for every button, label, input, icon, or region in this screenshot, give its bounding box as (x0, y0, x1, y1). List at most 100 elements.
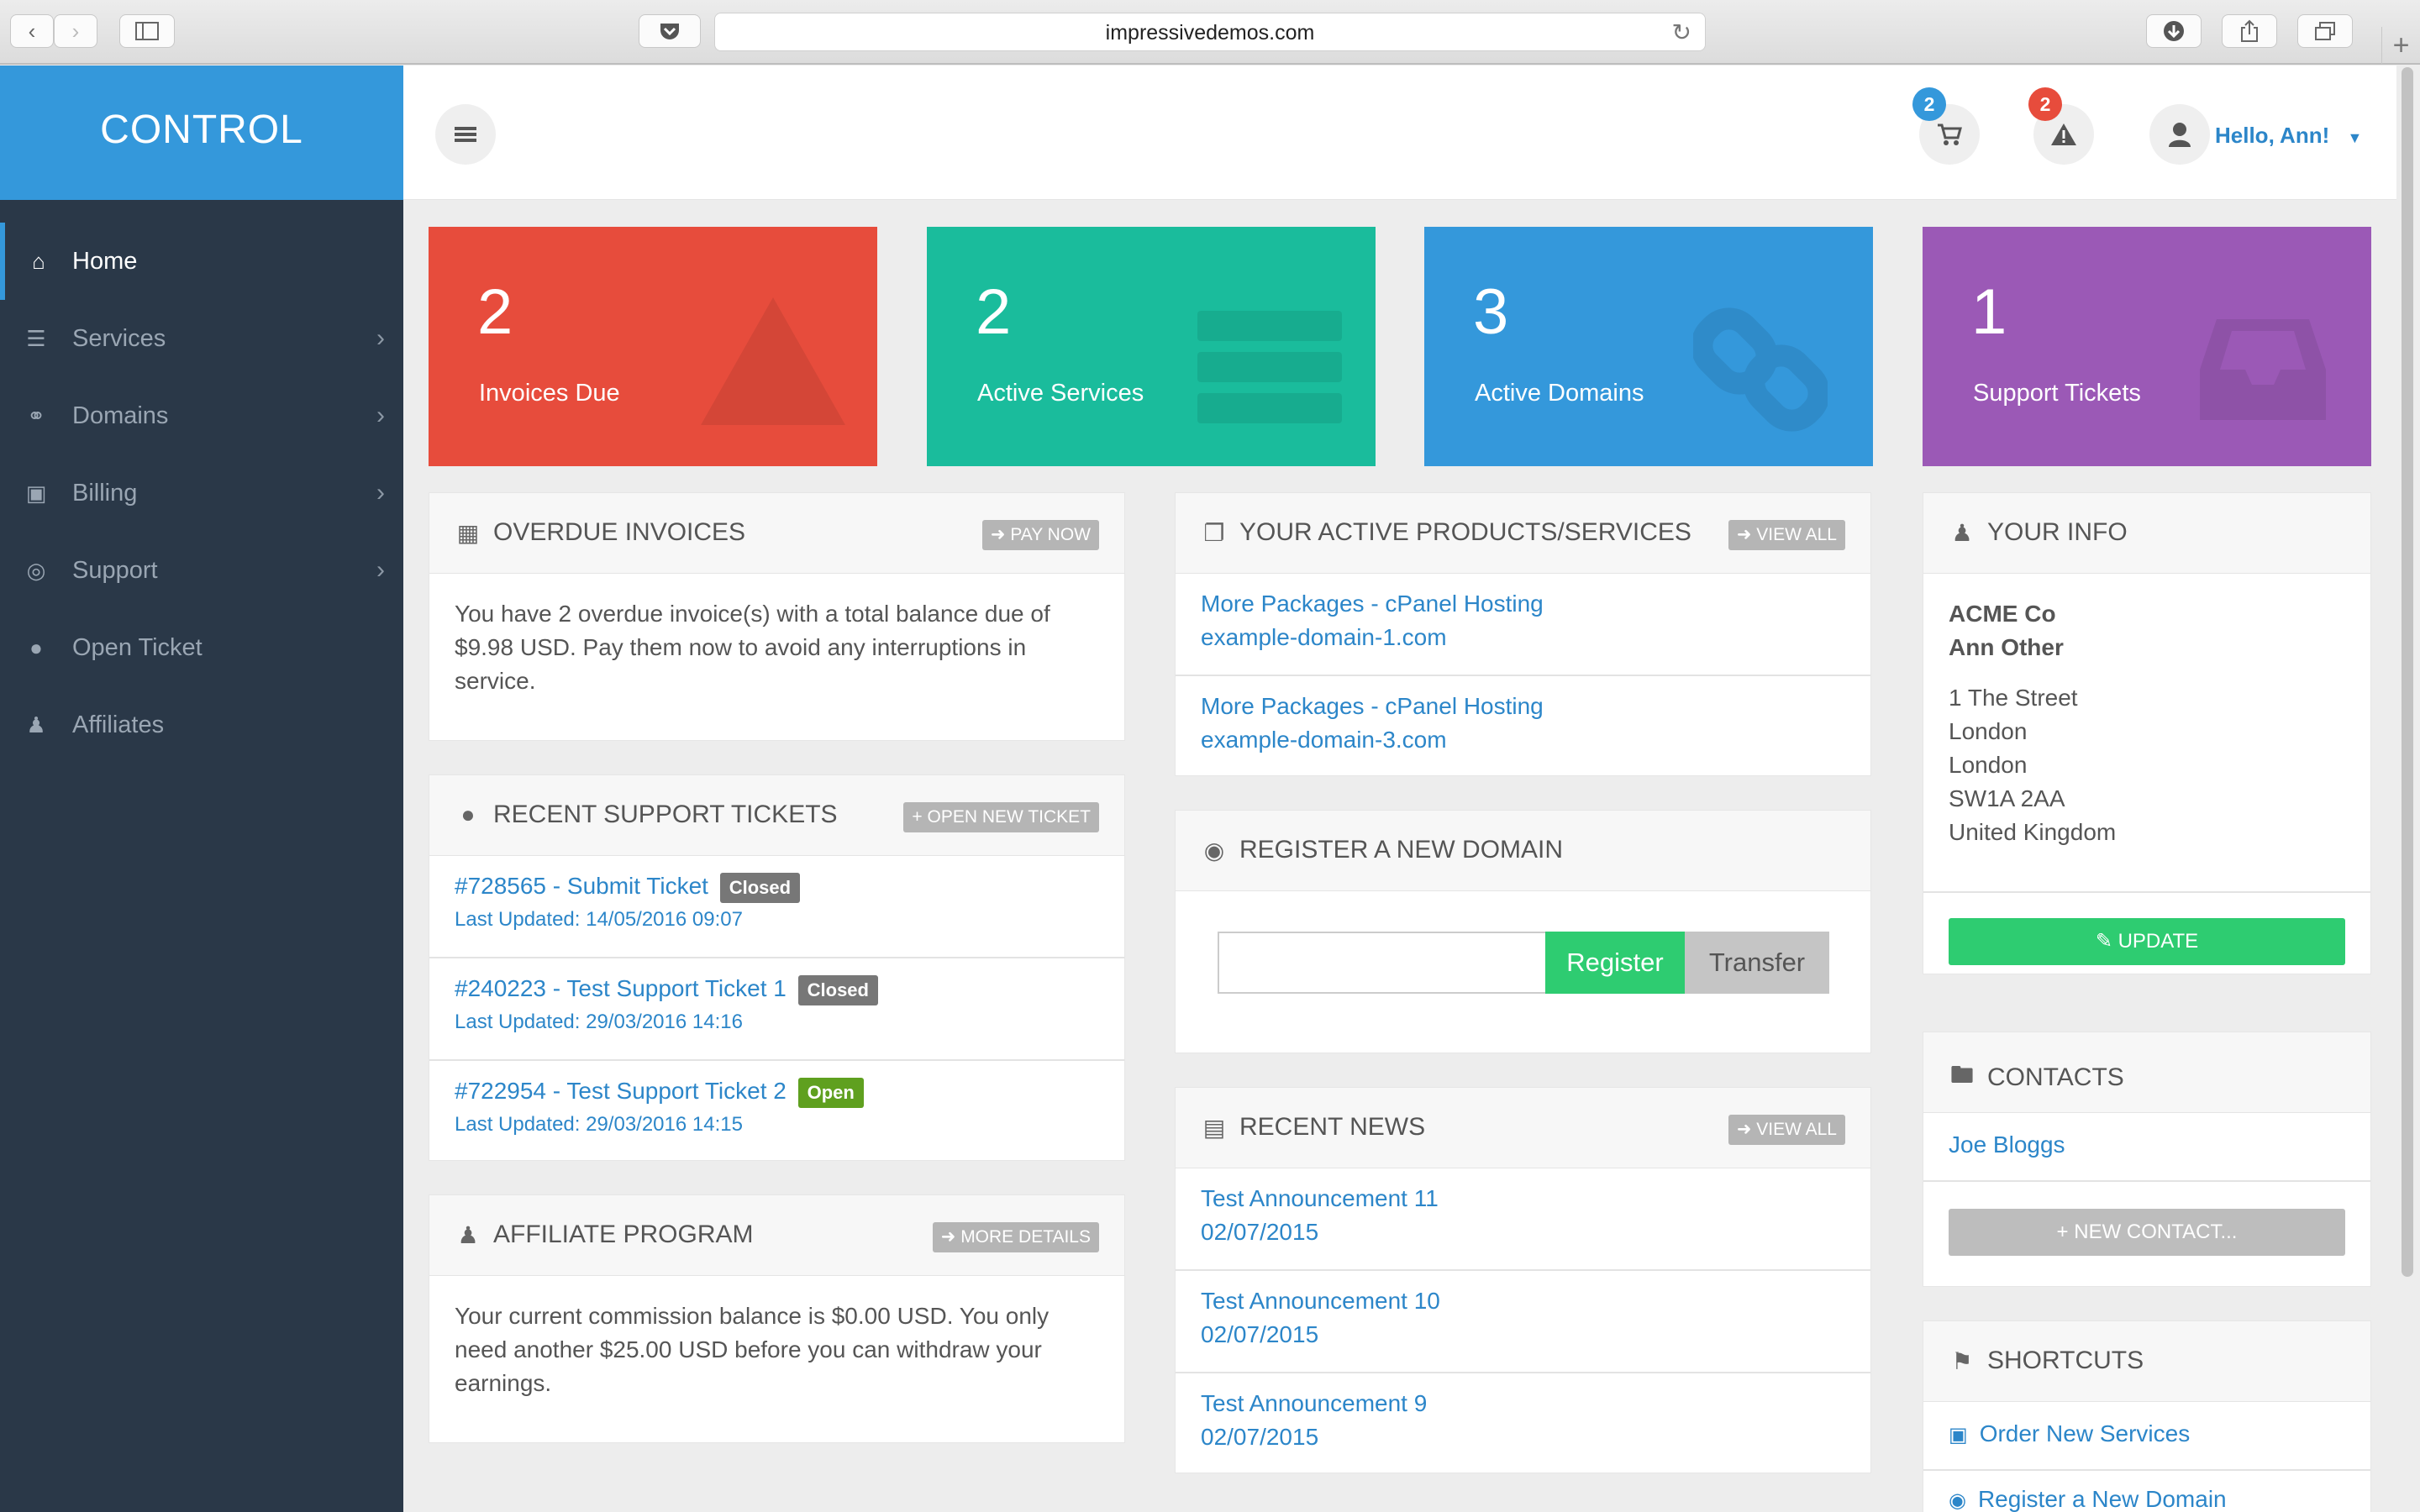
address-line: SW1A 2AA (1949, 785, 2065, 811)
link-icon: ⚭ (27, 402, 45, 428)
link-icon (1693, 307, 1828, 432)
shortcut-register-domain[interactable]: ◉ Register a New Domain (1949, 1483, 2227, 1512)
news-title[interactable]: Test Announcement 10 (1201, 1284, 1440, 1318)
update-button[interactable]: ✎ UPDATE (1949, 918, 2345, 965)
panel-title: YOUR ACTIVE PRODUCTS/SERVICES (1239, 518, 1691, 546)
sidebar-item-affiliates[interactable]: ♟ Affiliates (0, 686, 403, 764)
services-icon: ☰ (26, 325, 46, 351)
warning-icon (701, 297, 845, 425)
sidebar-item-billing[interactable]: ▣ Billing › (0, 454, 403, 532)
news-title[interactable]: Test Announcement 9 (1201, 1387, 1427, 1420)
list-item[interactable]: #722954 - Test Support Ticket 2 Open Las… (455, 1074, 864, 1142)
avatar[interactable] (2149, 104, 2210, 165)
sidebar-toggle-icon[interactable] (119, 14, 175, 48)
register-button[interactable]: Register (1545, 932, 1685, 994)
sidebar-item-services[interactable]: ☰ Services › (0, 300, 403, 377)
share-icon[interactable] (2222, 14, 2277, 48)
download-icon[interactable] (2146, 14, 2202, 48)
tile-count: 2 (976, 276, 1012, 348)
open-new-ticket-button[interactable]: + OPEN NEW TICKET (903, 802, 1099, 832)
ticket-link[interactable]: #722954 - Test Support Ticket 2 (455, 1078, 786, 1104)
news-date: 02/07/2015 (1201, 1321, 1319, 1347)
status-badge: Closed (719, 872, 801, 903)
menu-toggle-button[interactable] (435, 104, 496, 165)
company-name: ACME Co (1949, 601, 2056, 627)
list-item[interactable]: More Packages - cPanel Hosting example-d… (1201, 587, 1544, 654)
new-contact-button[interactable]: + NEW CONTACT... (1949, 1209, 2345, 1256)
sidebar-item-label: Open Ticket (72, 633, 203, 661)
browser-toolbar: ‹ › impressivedemos.com ↻ (0, 0, 2420, 65)
register-domain-panel: ◉ REGISTER A NEW DOMAIN Register Transfer (1175, 810, 1871, 1053)
sidebar-item-support[interactable]: ◎ Support › (0, 532, 403, 609)
top-header (403, 66, 2396, 200)
product-name[interactable]: More Packages - cPanel Hosting (1201, 690, 1544, 723)
user-icon: ♟ (1951, 519, 1973, 546)
shortcut-order-services[interactable]: ▣ Order New Services (1949, 1417, 2190, 1452)
sidebar-item-label: Services (72, 324, 166, 352)
tile-support-tickets[interactable]: 1 Support Tickets (1923, 227, 2371, 466)
address-line: London (1949, 752, 2028, 778)
tile-active-domains[interactable]: 3 Active Domains (1424, 227, 1873, 466)
sidebar-item-home[interactable]: ⌂ Home (0, 223, 403, 300)
sidebar-item-label: Domains (72, 402, 169, 429)
list-item[interactable]: More Packages - cPanel Hosting example-d… (1201, 690, 1544, 757)
chevron-right-icon: › (376, 556, 385, 584)
status-badge: Closed (797, 974, 878, 1005)
url-bar[interactable]: impressivedemos.com ↻ (714, 13, 1706, 51)
list-item[interactable]: Test Announcement 11 02/07/2015 (1201, 1182, 1439, 1249)
active-products-panel: ❐ YOUR ACTIVE PRODUCTS/SERVICES ➜ VIEW AL… (1175, 492, 1871, 776)
user-icon (2169, 123, 2191, 147)
folder-icon: 🖿 (1949, 1062, 1974, 1088)
scrollbar[interactable] (2402, 67, 2413, 1277)
inbox-icon (2200, 319, 2326, 420)
chevron-right-icon: › (376, 402, 385, 429)
product-domain[interactable]: example-domain-1.com (1201, 621, 1544, 654)
news-title[interactable]: Test Announcement 11 (1201, 1182, 1439, 1215)
pocket-icon[interactable] (639, 14, 701, 48)
view-all-products-button[interactable]: ➜ VIEW ALL (1728, 520, 1845, 550)
ticket-link[interactable]: #728565 - Submit Ticket (455, 873, 708, 899)
contacts-panel: 🖿 CONTACTS Joe Bloggs + NEW CONTACT... (1923, 1032, 2371, 1287)
tabs-icon[interactable] (2297, 14, 2353, 48)
ticket-updated: Last Updated: 14/05/2016 09:07 (455, 908, 743, 931)
comments-icon: ● (460, 801, 476, 827)
new-tab-icon[interactable]: + (2381, 27, 2420, 64)
cart-icon (1938, 123, 1962, 145)
view-all-news-button[interactable]: ➜ VIEW ALL (1728, 1115, 1845, 1145)
product-name[interactable]: More Packages - cPanel Hosting (1201, 587, 1544, 621)
pay-now-button[interactable]: ➜ PAY NOW (981, 520, 1099, 550)
product-domain[interactable]: example-domain-3.com (1201, 723, 1544, 757)
domain-search-input[interactable] (1218, 932, 1545, 994)
ticket-updated: Last Updated: 29/03/2016 14:15 (455, 1113, 743, 1136)
list-item[interactable]: #728565 - Submit Ticket Closed Last Upda… (455, 869, 801, 937)
globe-icon: ◉ (1949, 1489, 1966, 1512)
list-item[interactable]: Test Announcement 10 02/07/2015 (1201, 1284, 1440, 1352)
tile-count: 3 (1473, 276, 1509, 348)
address-line: United Kingdom (1949, 819, 2117, 845)
more-details-button[interactable]: ➜ MORE DETAILS (932, 1222, 1099, 1252)
list-item[interactable]: Test Announcement 9 02/07/2015 (1201, 1387, 1427, 1454)
sidebar-item-domains[interactable]: ⚭ Domains › (0, 377, 403, 454)
brand-logo[interactable]: CONTROL (0, 66, 403, 200)
affiliate-program-panel: ♟ AFFILIATE PROGRAM ➜ MORE DETAILS Your c… (429, 1194, 1125, 1443)
transfer-button[interactable]: Transfer (1685, 932, 1829, 994)
sidebar-item-open-ticket[interactable]: ● Open Ticket (0, 609, 403, 686)
ticket-link[interactable]: #240223 - Test Support Ticket 1 (455, 975, 786, 1001)
users-icon: ♟ (457, 1221, 479, 1248)
tile-active-services[interactable]: 2 Active Services (927, 227, 1376, 466)
back-button[interactable]: ‹ (10, 14, 54, 48)
user-menu[interactable]: Hello, Ann! ▼ (2215, 123, 2362, 149)
tile-invoices-due[interactable]: 2 Invoices Due (429, 227, 877, 466)
your-info-panel: ♟ YOUR INFO ACME Co Ann Other 1 The Stree… (1923, 492, 2371, 974)
panel-title: YOUR INFO (1987, 518, 2128, 546)
shortcuts-panel: ⚑ SHORTCUTS ▣ Order New Services ◉ Register… (1923, 1320, 2371, 1512)
caret-down-icon: ▼ (2347, 129, 2363, 146)
panel-title: OVERDUE INVOICES (493, 518, 746, 546)
list-item[interactable]: #240223 - Test Support Ticket 1 Closed L… (455, 972, 878, 1039)
calculator-icon: ▦ (456, 519, 480, 546)
contact-link[interactable]: Joe Bloggs (1949, 1128, 2065, 1162)
cart-count-badge: 2 (1912, 87, 1946, 121)
reload-icon[interactable]: ↻ (1672, 13, 1691, 52)
tile-count: 2 (477, 276, 513, 348)
forward-button[interactable]: › (54, 14, 97, 48)
